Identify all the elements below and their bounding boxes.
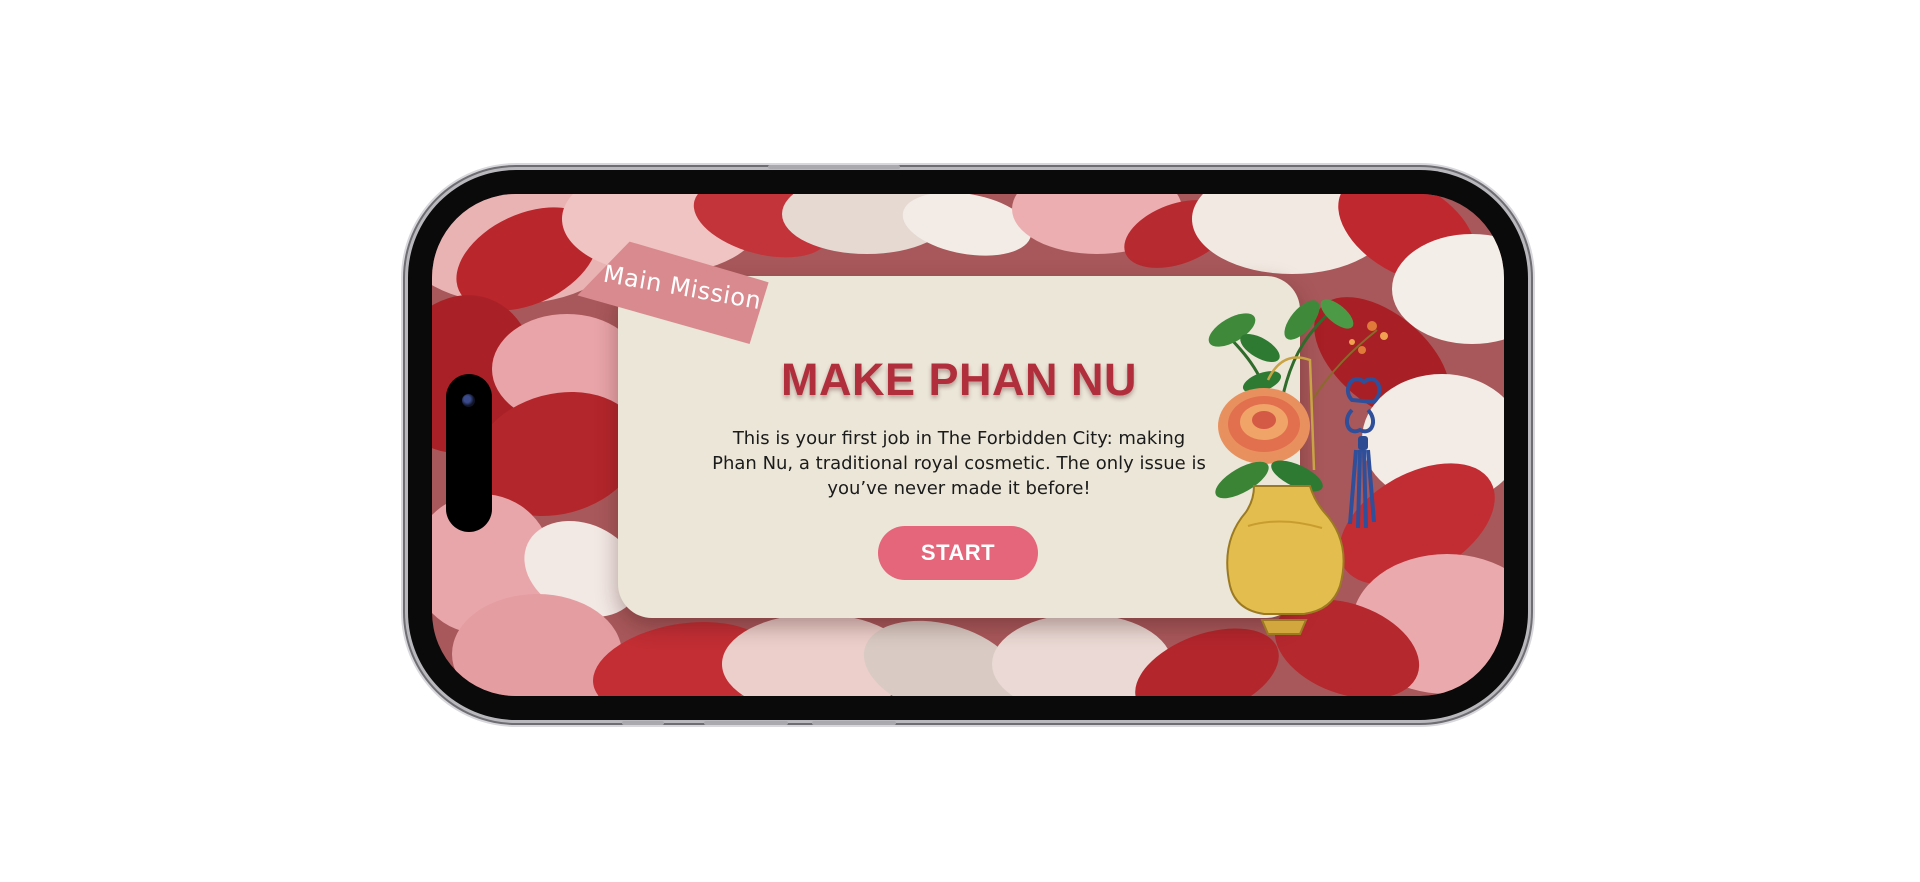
dynamic-island: [446, 374, 492, 532]
start-button[interactable]: START: [878, 526, 1038, 580]
phone-side-button: [768, 165, 900, 169]
phone-volume-button: [812, 721, 896, 725]
peony-vase-with-tassel-icon: [1208, 299, 1388, 635]
mission-title: MAKE PHAN NU: [780, 354, 1137, 405]
phone-frame: MAKE PHAN NU This is your first job in T…: [408, 165, 1528, 725]
phone-volume-button: [622, 721, 664, 725]
game-screen: MAKE PHAN NU This is your first job in T…: [432, 194, 1504, 696]
camera-icon: [462, 394, 475, 407]
phone-volume-button: [704, 721, 788, 725]
mission-description: This is your first job in The Forbidden …: [712, 428, 1206, 499]
